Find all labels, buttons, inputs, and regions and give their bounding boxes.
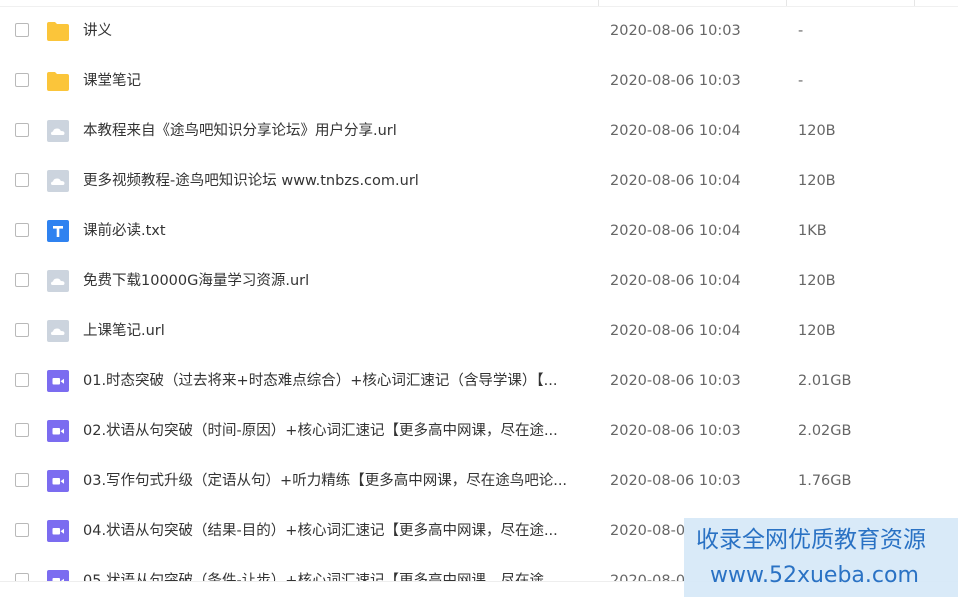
row-checkbox[interactable] (15, 423, 29, 437)
file-modified-time: 2020-08-06 10:04 (610, 323, 741, 339)
file-row[interactable]: 课堂笔记 2020-08-06 10:03 - (0, 56, 958, 106)
video-file-icon (46, 419, 70, 443)
file-size: 2.02GB (798, 423, 852, 439)
row-checkbox[interactable] (15, 23, 29, 37)
file-size: 120B (798, 123, 836, 139)
file-name[interactable]: 01.时态突破（过去将来+时态难点综合）+核心词汇速记（含导学课）【... (83, 371, 583, 391)
video-file-icon (46, 519, 70, 543)
row-checkbox[interactable] (15, 73, 29, 87)
file-name[interactable]: 讲义 (83, 21, 583, 41)
folder-icon (46, 19, 70, 43)
link-file-icon (46, 269, 70, 293)
watermark-text: 收录全网优质教育资源 (696, 527, 926, 553)
video-file-icon (46, 469, 70, 493)
file-row[interactable]: 03.写作句式升级（定语从句）+听力精练【更多高中网课，尽在途鸟吧论... 202… (0, 456, 958, 506)
file-modified-time: 2020-08-06 10:03 (610, 23, 741, 39)
file-size: 1KB (798, 223, 827, 239)
file-name[interactable]: 04.状语从句突破（结果-目的）+核心词汇速记【更多高中网课，尽在途... (83, 521, 583, 541)
file-size: - (798, 73, 804, 89)
video-file-icon (46, 369, 70, 393)
row-checkbox[interactable] (15, 273, 29, 287)
file-modified-time: 2020-08-0 (610, 523, 686, 539)
row-checkbox[interactable] (15, 523, 29, 537)
file-size: 2.01GB (798, 373, 852, 389)
file-modified-time: 2020-08-06 10:04 (610, 123, 741, 139)
link-file-icon (46, 119, 70, 143)
watermark-overlay: 收录全网优质教育资源 www.52xueba.com (684, 518, 958, 597)
file-list: 讲义 2020-08-06 10:03 - 课堂笔记 2020-08-06 10:03 -… (0, 6, 958, 606)
file-name[interactable]: 03.写作句式升级（定语从句）+听力精练【更多高中网课，尽在途鸟吧论... (83, 471, 583, 491)
file-row[interactable]: 02.状语从句突破（时间-原因）+核心词汇速记【更多高中网课，尽在途... 202… (0, 406, 958, 456)
file-name[interactable]: 上课笔记.url (83, 321, 583, 341)
link-file-icon (46, 169, 70, 193)
file-name[interactable]: 课前必读.txt (83, 221, 583, 241)
file-row[interactable]: 上课笔记.url 2020-08-06 10:04 120B (0, 306, 958, 356)
file-name[interactable]: 本教程来自《途鸟吧知识分享论坛》用户分享.url (83, 121, 583, 141)
row-checkbox[interactable] (15, 173, 29, 187)
file-row[interactable]: 01.时态突破（过去将来+时态难点综合）+核心词汇速记（含导学课）【... 202… (0, 356, 958, 406)
file-row[interactable]: 本教程来自《途鸟吧知识分享论坛》用户分享.url 2020-08-06 10:04… (0, 106, 958, 156)
file-name[interactable]: 更多视频教程-途鸟吧知识论坛 www.tnbzs.com.url (83, 171, 583, 191)
file-size: - (798, 23, 804, 39)
file-row[interactable]: 讲义 2020-08-06 10:03 - (0, 6, 958, 56)
file-name[interactable]: 02.状语从句突破（时间-原因）+核心词汇速记【更多高中网课，尽在途... (83, 421, 583, 441)
file-size: 1.76GB (798, 473, 852, 489)
text-file-icon (46, 219, 70, 243)
file-size: 120B (798, 273, 836, 289)
file-name[interactable]: 课堂笔记 (83, 71, 583, 91)
folder-icon (46, 69, 70, 93)
file-row[interactable]: 课前必读.txt 2020-08-06 10:04 1KB (0, 206, 958, 256)
file-size: 120B (798, 173, 836, 189)
file-modified-time: 2020-08-06 10:03 (610, 373, 741, 389)
row-checkbox[interactable] (15, 123, 29, 137)
row-checkbox[interactable] (15, 473, 29, 487)
file-modified-time: 2020-08-06 10:03 (610, 473, 741, 489)
row-checkbox[interactable] (15, 223, 29, 237)
link-file-icon (46, 319, 70, 343)
file-modified-time: 2020-08-06 10:04 (610, 173, 741, 189)
file-modified-time: 2020-08-06 10:04 (610, 223, 741, 239)
file-modified-time: 2020-08-06 10:03 (610, 423, 741, 439)
row-checkbox[interactable] (15, 373, 29, 387)
file-row[interactable]: 更多视频教程-途鸟吧知识论坛 www.tnbzs.com.url 2020-08-… (0, 156, 958, 206)
row-checkbox[interactable] (15, 323, 29, 337)
file-name[interactable]: 免费下载10000G海量学习资源.url (83, 271, 583, 291)
file-modified-time: 2020-08-06 10:04 (610, 273, 741, 289)
file-row[interactable]: 免费下载10000G海量学习资源.url 2020-08-06 10:04 120B (0, 256, 958, 306)
watermark-url: www.52xueba.com (710, 563, 919, 588)
file-size: 120B (798, 323, 836, 339)
file-modified-time: 2020-08-06 10:03 (610, 73, 741, 89)
